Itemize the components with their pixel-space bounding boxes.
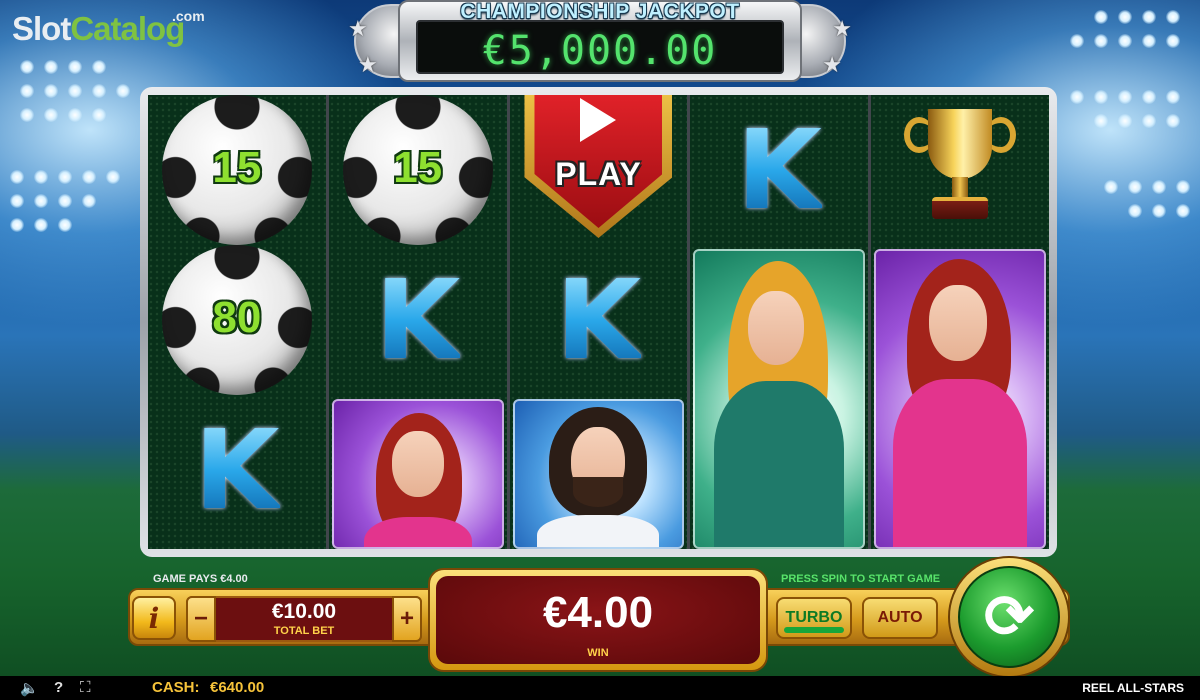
- logo-slot-text: Slot: [12, 10, 71, 47]
- k-letter: K: [194, 406, 280, 534]
- k-letter: K: [736, 106, 822, 234]
- play-shield-symbol: PLAY: [510, 95, 688, 245]
- total-bet-label: TOTAL BET: [273, 625, 335, 637]
- player-man-long-hair-symbol: [512, 399, 685, 549]
- k-letter: K: [555, 256, 642, 384]
- player-figure: [533, 407, 663, 547]
- reel-2: 15 K: [328, 95, 507, 549]
- k-symbol: K: [510, 245, 688, 395]
- reel-4: K: [690, 95, 869, 549]
- player-woman-red-hair-symbol: [331, 399, 504, 549]
- player-figure: [358, 413, 478, 547]
- press-spin-message: PRESS SPIN TO START GAME: [781, 573, 941, 585]
- reel-grid: 15 80 K 15 K PLAY K K: [148, 95, 1049, 549]
- trophy-symbol: [871, 95, 1049, 245]
- win-label: WIN: [587, 647, 609, 659]
- soccer-ball-symbol: 15: [148, 95, 326, 245]
- soccer-ball-icon: 15: [161, 95, 312, 245]
- player-woman-red-hair-tall-symbol: [874, 249, 1046, 549]
- win-value: €4.00: [542, 588, 654, 637]
- help-icon[interactable]: ?: [54, 679, 63, 696]
- soccer-ball-icon: 80: [161, 245, 312, 395]
- play-shield-icon: PLAY: [518, 95, 679, 250]
- trophy-icon: [900, 105, 1020, 235]
- player-figure: [885, 259, 1035, 547]
- soccer-ball-symbol: 80: [148, 245, 326, 395]
- k-symbol: K: [148, 395, 326, 545]
- player-figure: [704, 261, 854, 547]
- star-icon: ★: [822, 52, 842, 77]
- logo-com-text: .com: [172, 8, 205, 24]
- jackpot-display: €5,000.00: [416, 20, 784, 74]
- k-symbol: K: [329, 245, 507, 395]
- jackpot-value: €5,000.00: [482, 28, 718, 74]
- sound-icon[interactable]: 🔈: [20, 679, 39, 697]
- star-icon: ★: [358, 52, 378, 77]
- soccer-ball-icon: 15: [342, 95, 493, 245]
- decrease-bet-button[interactable]: −: [186, 596, 216, 642]
- cash-label: CASH:: [152, 679, 200, 696]
- game-pays-message: GAME PAYS €4.00: [153, 573, 248, 585]
- spin-arrows-icon: ⟳: [983, 583, 1035, 650]
- reel-1: 15 80 K: [148, 95, 326, 549]
- total-bet-value: €10.00: [271, 600, 337, 623]
- reel-3: PLAY K: [509, 95, 688, 549]
- reels-frame: 15 80 K 15 K PLAY K K: [140, 87, 1057, 557]
- ball-value: 80: [212, 293, 262, 342]
- reel-5: [871, 95, 1049, 549]
- slotcatalog-logo: SlotCatalog .com: [12, 8, 205, 48]
- k-symbol: K: [690, 95, 868, 245]
- k-letter: K: [375, 256, 461, 384]
- info-button[interactable]: i: [132, 596, 176, 640]
- auto-button[interactable]: AUTO: [862, 597, 938, 639]
- game-name: REEL ALL-STARS: [1082, 681, 1184, 695]
- play-label: PLAY: [555, 156, 642, 192]
- play-triangle-icon: [580, 98, 617, 142]
- player-woman-blonde-symbol: [693, 249, 866, 549]
- fullscreen-icon[interactable]: ⛶: [80, 679, 91, 696]
- spin-button[interactable]: ⟳: [958, 566, 1060, 668]
- jackpot-banner: ★ ★ ★ ★ CHAMPIONSHIP JACKPOT €5,000.00: [348, 0, 852, 90]
- turbo-button[interactable]: TURBO: [776, 597, 852, 639]
- cash-value: €640.00: [210, 679, 265, 696]
- increase-bet-button[interactable]: +: [392, 596, 422, 642]
- soccer-ball-symbol: 15: [329, 95, 507, 245]
- logo-catalog-text: Catalog: [70, 10, 185, 47]
- ball-value: 15: [393, 143, 443, 192]
- ball-value: 15: [212, 143, 262, 192]
